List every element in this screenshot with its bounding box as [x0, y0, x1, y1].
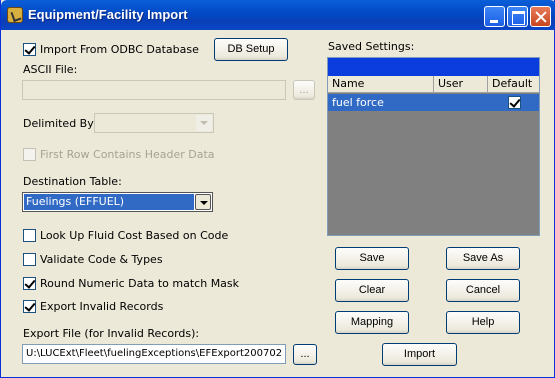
- chevron-down-icon: [195, 194, 211, 210]
- lookup-fluid-cost-checkbox[interactable]: [23, 229, 36, 242]
- ascii-file-label: ASCII File:: [23, 63, 78, 76]
- row-name: fuel force: [332, 96, 384, 109]
- maximize-button[interactable]: [507, 6, 528, 27]
- row-default-checkbox[interactable]: [508, 96, 521, 109]
- export-browse-button[interactable]: ...: [293, 344, 317, 365]
- window-title: Equipment/Facility Import: [28, 7, 188, 22]
- column-header-name[interactable]: Name: [328, 76, 434, 93]
- export-invalid-checkbox[interactable]: [23, 300, 36, 313]
- column-header-user[interactable]: User: [434, 76, 488, 93]
- import-window: Equipment/Facility Import Import From OD…: [0, 0, 555, 378]
- app-icon: [7, 7, 23, 23]
- grid-caption-band: [328, 58, 539, 76]
- odbc-label: Import From ODBC Database: [40, 43, 199, 56]
- saved-settings-grid[interactable]: Name User Default fuel force: [327, 57, 540, 236]
- help-button[interactable]: Help: [446, 311, 520, 334]
- clear-button[interactable]: Clear: [335, 279, 409, 302]
- ascii-file-input[interactable]: [22, 80, 286, 100]
- round-numeric-checkbox[interactable]: [23, 277, 36, 290]
- lookup-fluid-cost-label: Look Up Fluid Cost Based on Code: [40, 229, 229, 242]
- saved-settings-label: Saved Settings:: [328, 40, 415, 53]
- delimited-by-select[interactable]: [94, 113, 214, 133]
- minimize-button[interactable]: [484, 6, 505, 27]
- save-as-button[interactable]: Save As: [446, 247, 520, 270]
- validate-code-label: Validate Code & Types: [40, 253, 163, 266]
- odbc-checkbox[interactable]: [23, 43, 36, 56]
- round-numeric-label: Round Numeric Data to match Mask: [40, 277, 240, 290]
- destination-table-label: Destination Table:: [23, 175, 122, 188]
- mapping-button[interactable]: Mapping: [335, 311, 409, 334]
- title-bar[interactable]: Equipment/Facility Import: [1, 0, 555, 30]
- export-file-label: Export File (for Invalid Records):: [23, 327, 200, 340]
- destination-table-select[interactable]: Fuelings (EFFUEL): [22, 192, 213, 212]
- cancel-button[interactable]: Cancel: [446, 279, 520, 302]
- export-file-input[interactable]: U:\LUCExt\Fleet\fuelingExceptions\EFExpo…: [22, 344, 286, 364]
- db-setup-button[interactable]: DB Setup: [214, 38, 288, 61]
- export-invalid-label: Export Invalid Records: [40, 300, 164, 313]
- ascii-browse-button[interactable]: ...: [293, 80, 315, 100]
- table-row[interactable]: fuel force: [328, 94, 539, 111]
- save-button[interactable]: Save: [335, 247, 409, 270]
- grid-header: Name User Default: [328, 76, 539, 93]
- import-button[interactable]: Import: [382, 343, 457, 366]
- close-button[interactable]: [530, 6, 551, 27]
- delimited-by-label: Delimited By:: [23, 117, 97, 130]
- column-header-default[interactable]: Default: [488, 76, 539, 93]
- destination-table-value: Fuelings (EFFUEL): [24, 194, 194, 210]
- first-row-header-checkbox[interactable]: [23, 148, 36, 161]
- row-user: [434, 94, 488, 111]
- validate-code-checkbox[interactable]: [23, 253, 36, 266]
- chevron-down-icon: [196, 115, 212, 131]
- first-row-header-label: First Row Contains Header Data: [40, 148, 215, 161]
